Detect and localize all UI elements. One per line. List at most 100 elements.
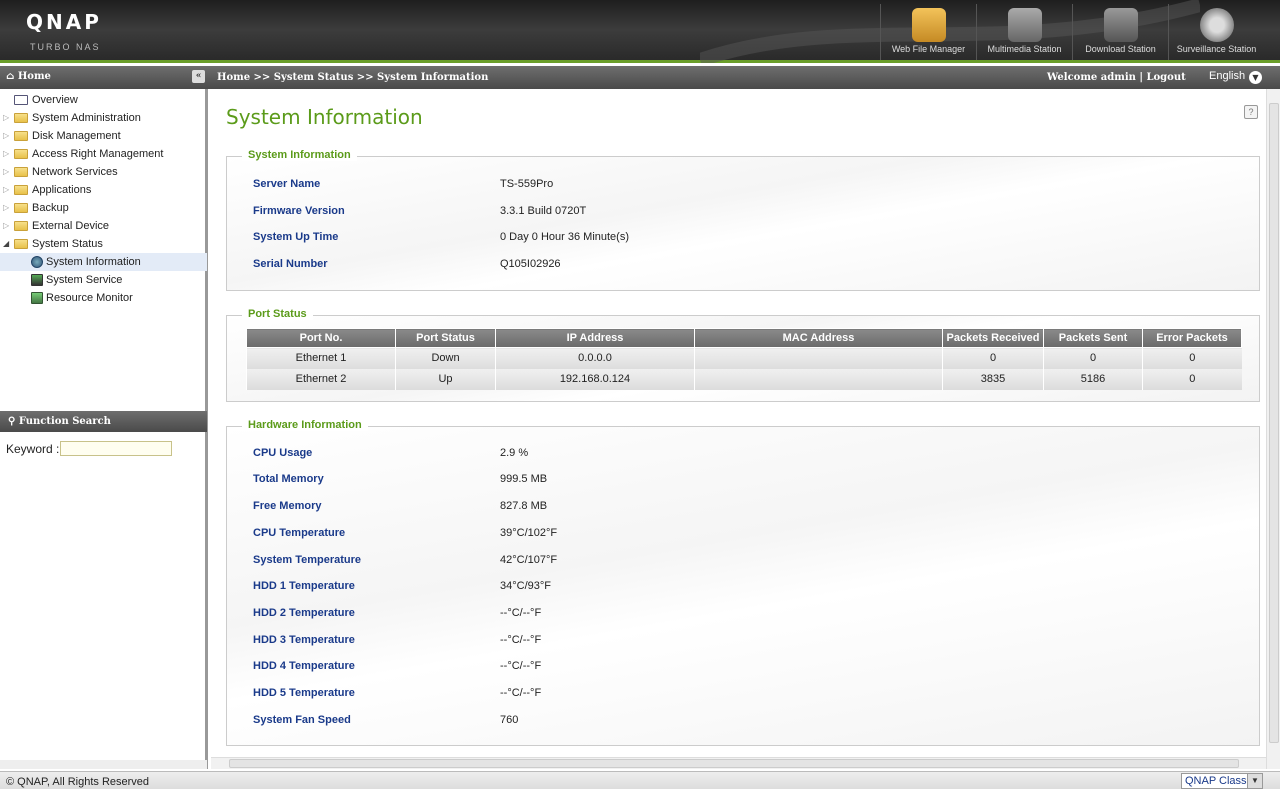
download-icon <box>1103 8 1138 42</box>
collapse-sidebar-icon[interactable]: « <box>192 70 205 83</box>
sidebar-item-label: Resource Monitor <box>46 292 133 304</box>
folder-icon <box>14 149 28 159</box>
system-temperature-value: 42°C/107°F <box>500 554 558 566</box>
footer: © QNAP, All Rights Reserved QNAP Classic… <box>0 771 1280 789</box>
folder-icon <box>14 203 28 213</box>
total-memory-label: Total Memory <box>253 473 324 485</box>
column-header: Packets Sent <box>1043 328 1143 348</box>
sidebar-item-disk-management[interactable]: ▷ Disk Management <box>0 127 207 145</box>
expand-arrow-icon[interactable]: ▷ <box>3 163 9 181</box>
hdd5-temperature-value: --°C/--°F <box>500 687 542 699</box>
table-cell: Up <box>395 368 496 390</box>
welcome-logout[interactable]: Welcome admin | Logout <box>1047 72 1186 83</box>
vertical-scrollbar[interactable] <box>1266 89 1280 769</box>
sidebar-item-label: External Device <box>32 220 110 232</box>
table-cell: 0 <box>1142 347 1242 369</box>
app-label: Surveillance Station <box>1176 44 1257 54</box>
hardware-info-section: Hardware Information CPU Usage 2.9 % Tot… <box>226 419 1260 746</box>
sidebar-item-system-administration[interactable]: ▷ System Administration <box>0 109 207 127</box>
collapse-arrow-icon[interactable]: ◢ <box>3 235 9 253</box>
free-memory-label: Free Memory <box>253 500 322 512</box>
home-title[interactable]: ⌂ Home <box>6 71 51 82</box>
firmware-version-label: Firmware Version <box>253 205 345 217</box>
serial-number-value: Q105I02926 <box>500 258 561 270</box>
hdd5-temperature-label: HDD 5 Temperature <box>253 687 355 699</box>
expand-arrow-icon[interactable]: ▷ <box>3 127 9 145</box>
camera-icon <box>1199 8 1234 42</box>
hdd1-temperature-label: HDD 1 Temperature <box>253 580 355 592</box>
sidebar-item-system-status[interactable]: ◢ System Status <box>0 235 207 253</box>
sidebar-item-network-services[interactable]: ▷ Network Services <box>0 163 207 181</box>
folder-icon <box>14 131 28 141</box>
sidebar-item-label: System Administration <box>32 112 141 124</box>
home-icon: ⌂ <box>6 71 15 82</box>
app-web-file-manager[interactable]: Web File Manager <box>880 4 976 60</box>
hdd3-temperature-value: --°C/--°F <box>500 634 542 646</box>
app-label: Multimedia Station <box>987 44 1062 54</box>
sidebar-item-access-right-management[interactable]: ▷ Access Right Management <box>0 145 207 163</box>
system-fan-speed-value: 760 <box>500 714 519 726</box>
main-content: System Information ? System Information … <box>211 89 1280 769</box>
app-label: Web File Manager <box>891 44 966 54</box>
help-icon[interactable]: ? <box>1244 105 1258 119</box>
qnap-logo: QNAP <box>26 10 102 34</box>
table-cell: 192.168.0.124 <box>495 368 695 390</box>
free-memory-value: 827.8 MB <box>500 500 548 512</box>
expand-arrow-icon[interactable]: ▷ <box>3 181 9 199</box>
language-select[interactable]: English <box>1209 70 1245 82</box>
expand-arrow-icon[interactable]: ▷ <box>3 145 9 163</box>
function-search-title: Function Search <box>18 416 111 427</box>
app-multimedia-station[interactable]: Multimedia Station <box>976 4 1072 60</box>
sidebar-item-overview[interactable]: Overview <box>0 91 207 109</box>
sidebar-item-backup[interactable]: ▷ Backup <box>0 199 207 217</box>
cpu-temperature-value: 39°C/102°F <box>500 527 558 539</box>
section-legend: Hardware Information <box>242 419 368 431</box>
table-cell: Ethernet 2 <box>246 368 396 390</box>
section-legend: Port Status <box>242 308 313 320</box>
folder-icon <box>14 167 28 177</box>
hdd4-temperature-label: HDD 4 Temperature <box>253 660 355 672</box>
sidebar-item-label: Disk Management <box>32 130 121 142</box>
keyword-label: Keyword : <box>6 442 60 456</box>
folder-search-icon <box>911 8 946 42</box>
section-legend: System Information <box>242 149 357 161</box>
chevron-down-icon[interactable]: ▼ <box>1249 71 1262 84</box>
expand-arrow-icon[interactable]: ▷ <box>3 199 9 217</box>
cpu-usage-label: CPU Usage <box>253 447 313 459</box>
sidebar-item-label: System Status <box>32 238 103 250</box>
keyword-input[interactable] <box>60 441 172 456</box>
sidebar-item-external-device[interactable]: ▷ External Device <box>0 217 207 235</box>
sidebar-item-label: Applications <box>32 184 92 196</box>
theme-select[interactable]: QNAP Classic ▼ <box>1181 773 1263 789</box>
table-cell: Ethernet 1 <box>246 347 396 369</box>
sidebar-scrollbar[interactable] <box>0 760 207 769</box>
total-memory-value: 999.5 MB <box>500 473 548 485</box>
sidebar-item-label: Access Right Management <box>32 148 164 160</box>
copyright-text: © QNAP, All Rights Reserved <box>6 776 150 788</box>
firmware-version-value: 3.3.1 Build 0720T <box>500 205 587 217</box>
chevron-down-icon[interactable]: ▼ <box>1247 774 1262 788</box>
function-search-header: ⚲ Function Search <box>0 411 207 432</box>
expand-arrow-icon[interactable]: ▷ <box>3 217 9 235</box>
table-cell: 0.0.0.0 <box>495 347 695 369</box>
sidebar-item-system-service[interactable]: System Service <box>0 271 207 289</box>
folder-open-icon <box>14 239 28 249</box>
expand-arrow-icon[interactable]: ▷ <box>3 109 9 127</box>
sidebar-item-label: Overview <box>32 94 78 106</box>
sidebar-item-resource-monitor[interactable]: Resource Monitor <box>0 289 207 307</box>
scrollbar-thumb[interactable] <box>229 759 1239 768</box>
app-download-station[interactable]: Download Station <box>1072 4 1168 60</box>
horizontal-scrollbar[interactable] <box>211 757 1266 769</box>
sidebar-item-applications[interactable]: ▷ Applications <box>0 181 207 199</box>
column-header: Port No. <box>246 328 396 348</box>
app-surveillance-station[interactable]: Surveillance Station <box>1168 4 1264 60</box>
table-cell: 0 <box>1142 368 1242 390</box>
cpu-temperature-label: CPU Temperature <box>253 527 346 539</box>
table-cell: 5186 <box>1043 368 1143 390</box>
sidebar-item-label: Network Services <box>32 166 118 178</box>
table-cell <box>694 347 943 369</box>
scrollbar-thumb[interactable] <box>1269 103 1279 743</box>
system-temperature-label: System Temperature <box>253 554 362 566</box>
sidebar-item-system-information[interactable]: System Information <box>0 253 207 271</box>
system-up-time-label: System Up Time <box>253 231 339 243</box>
